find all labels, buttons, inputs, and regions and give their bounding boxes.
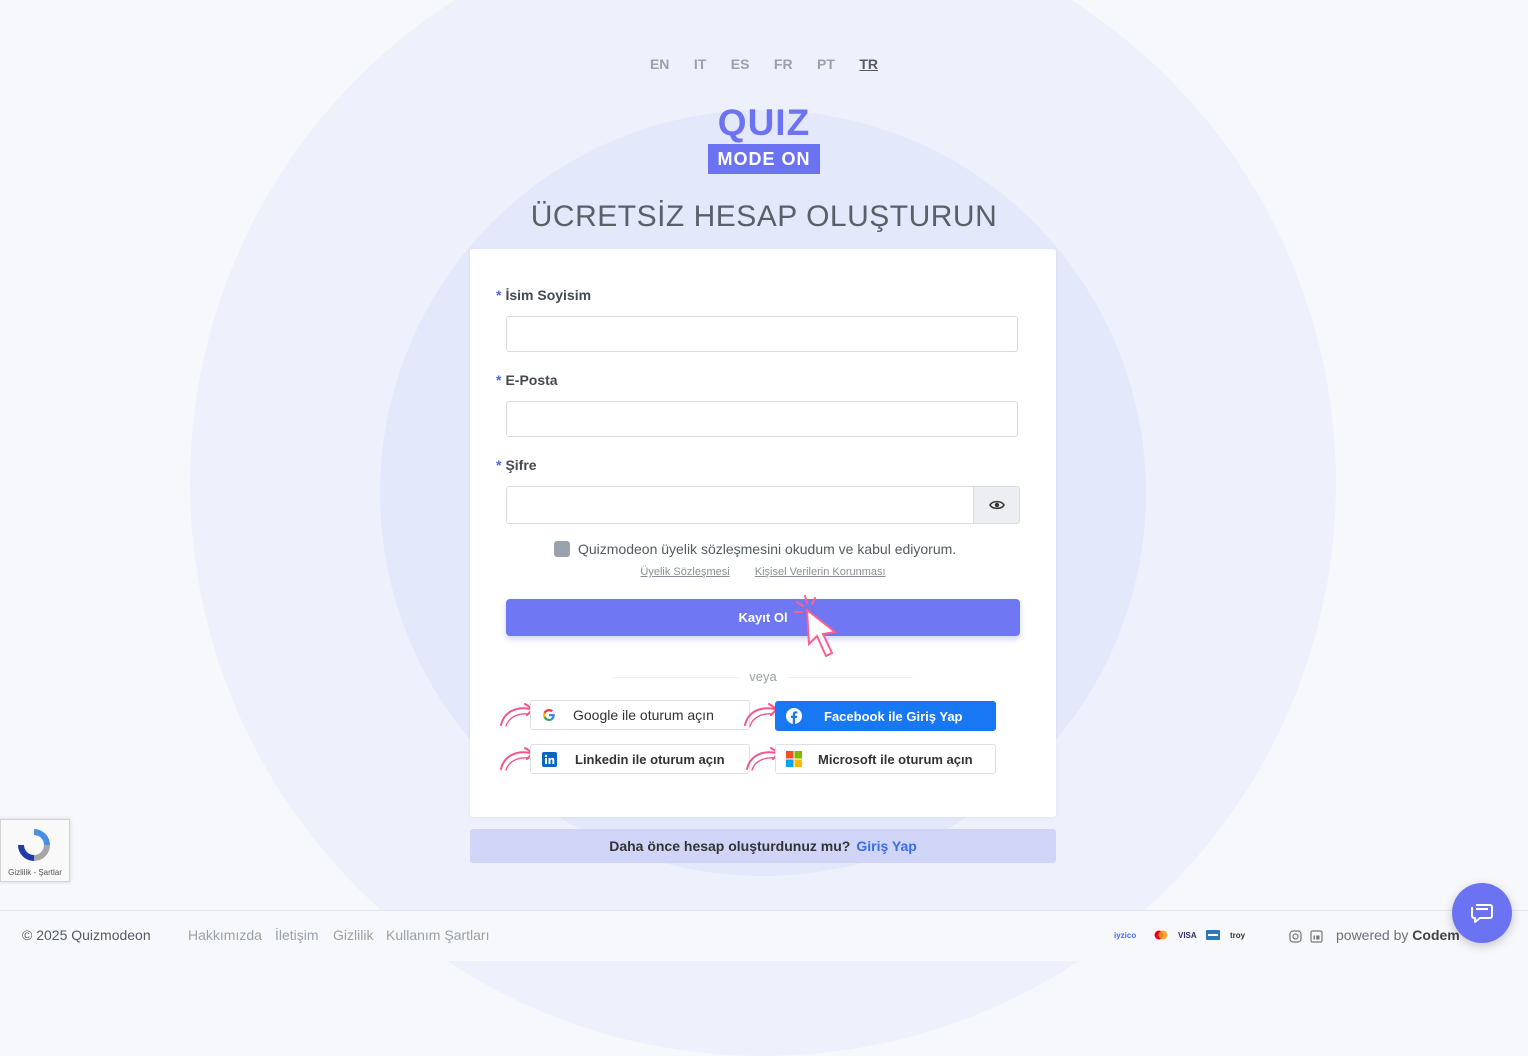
pointer-cursor-icon [794,595,838,658]
lang-es[interactable]: ES [731,56,750,72]
password-label: * Şifre [496,457,537,473]
recaptcha-links[interactable]: Gizlilik - Şartlar [1,868,69,877]
linkedin-icon [541,751,557,767]
password-group [506,486,1020,524]
footer-link-about[interactable]: Hakkımızda [188,927,262,943]
required-mark: * [496,372,502,388]
linkedin-footer-icon[interactable] [1310,930,1323,943]
email-input[interactable] [506,401,1018,437]
language-selector: EN IT ES FR PT TR [0,56,1528,74]
name-input[interactable] [506,316,1018,352]
google-icon [541,707,557,723]
terms-checkbox[interactable] [554,541,570,557]
facebook-icon [786,708,802,724]
email-label: * E-Posta [496,372,558,388]
required-mark: * [496,457,502,473]
linkedin-login-button[interactable]: Linkedin ile oturum açın [530,744,750,774]
name-label: * İsim Soyisim [496,287,592,303]
footer-link-privacy[interactable]: Gizlilik [333,927,373,943]
recaptcha-badge[interactable]: Gizlilik - Şartlar [0,819,70,882]
troy-logo: troy [1230,931,1246,940]
google-login-button[interactable]: Google ile oturum açın [530,700,750,730]
amex-icon [1206,930,1220,940]
logo[interactable]: QUIZ MODE ON [708,104,820,174]
microsoft-login-button[interactable]: Microsoft ile oturum açın [775,744,996,774]
recaptcha-icon [18,829,50,861]
visa-logo: VISA [1178,931,1197,940]
powered-by[interactable]: powered by Codem [1336,927,1460,943]
register-button[interactable]: Kayıt Ol [506,599,1020,636]
microsoft-icon [786,751,802,767]
login-prompt-bar: Daha önce hesap oluşturdunuz mu? Giriş Ya… [470,829,1056,863]
login-prompt-text: Daha önce hesap oluşturdunuz mu? [609,838,851,854]
personal-data-link[interactable]: Kişisel Verilerin Korunması [755,566,886,578]
eye-icon [988,500,1005,510]
membership-agreement-link[interactable]: Üyelik Sözleşmesi [640,566,729,578]
password-input[interactable] [506,486,974,524]
copyright: © 2025 Quizmodeon [22,927,151,943]
facebook-login-label: Facebook ile Giriş Yap [824,708,963,724]
microsoft-login-label: Microsoft ile oturum açın [818,751,973,767]
show-password-button[interactable] [973,486,1020,524]
instagram-icon[interactable] [1289,930,1302,943]
logo-text-top: QUIZ [717,102,811,143]
terms-links: Üyelik Sözleşmesi Kişisel Verilerin Koru… [470,566,1056,578]
terms-row: Quizmodeon üyelik sözleşmesini okudum ve… [554,541,956,557]
facebook-login-button[interactable]: Facebook ile Giriş Yap [775,701,996,731]
linkedin-login-label: Linkedin ile oturum açın [575,751,725,767]
chat-icon [1471,904,1493,923]
footer: © 2025 Quizmodeon Hakkımızda İletişim Gi… [0,910,1528,961]
iyzico-logo: iyzico [1114,931,1137,940]
lang-it[interactable]: IT [694,56,706,72]
mastercard-icon [1154,930,1168,940]
or-separator: veya [470,669,1056,684]
footer-link-contact[interactable]: İletişim [275,927,319,943]
lang-fr[interactable]: FR [774,56,793,72]
terms-text: Quizmodeon üyelik sözleşmesini okudum ve… [578,541,957,557]
google-login-label: Google ile oturum açın [573,707,714,723]
register-card: * İsim Soyisim * E-Posta * Şifre Quizmodeon… [470,249,1056,817]
lang-tr[interactable]: TR [859,56,878,72]
logo-text-bottom: MODE ON [708,144,820,174]
login-link[interactable]: Giriş Yap [856,838,916,854]
page-title: ÜCRETSİZ HESAP OLUŞTURUN [530,200,998,233]
lang-en[interactable]: EN [650,56,669,72]
required-mark: * [496,287,502,303]
chat-button[interactable] [1452,883,1512,943]
lang-pt[interactable]: PT [817,56,835,72]
footer-link-terms[interactable]: Kullanım Şartları [386,927,489,943]
